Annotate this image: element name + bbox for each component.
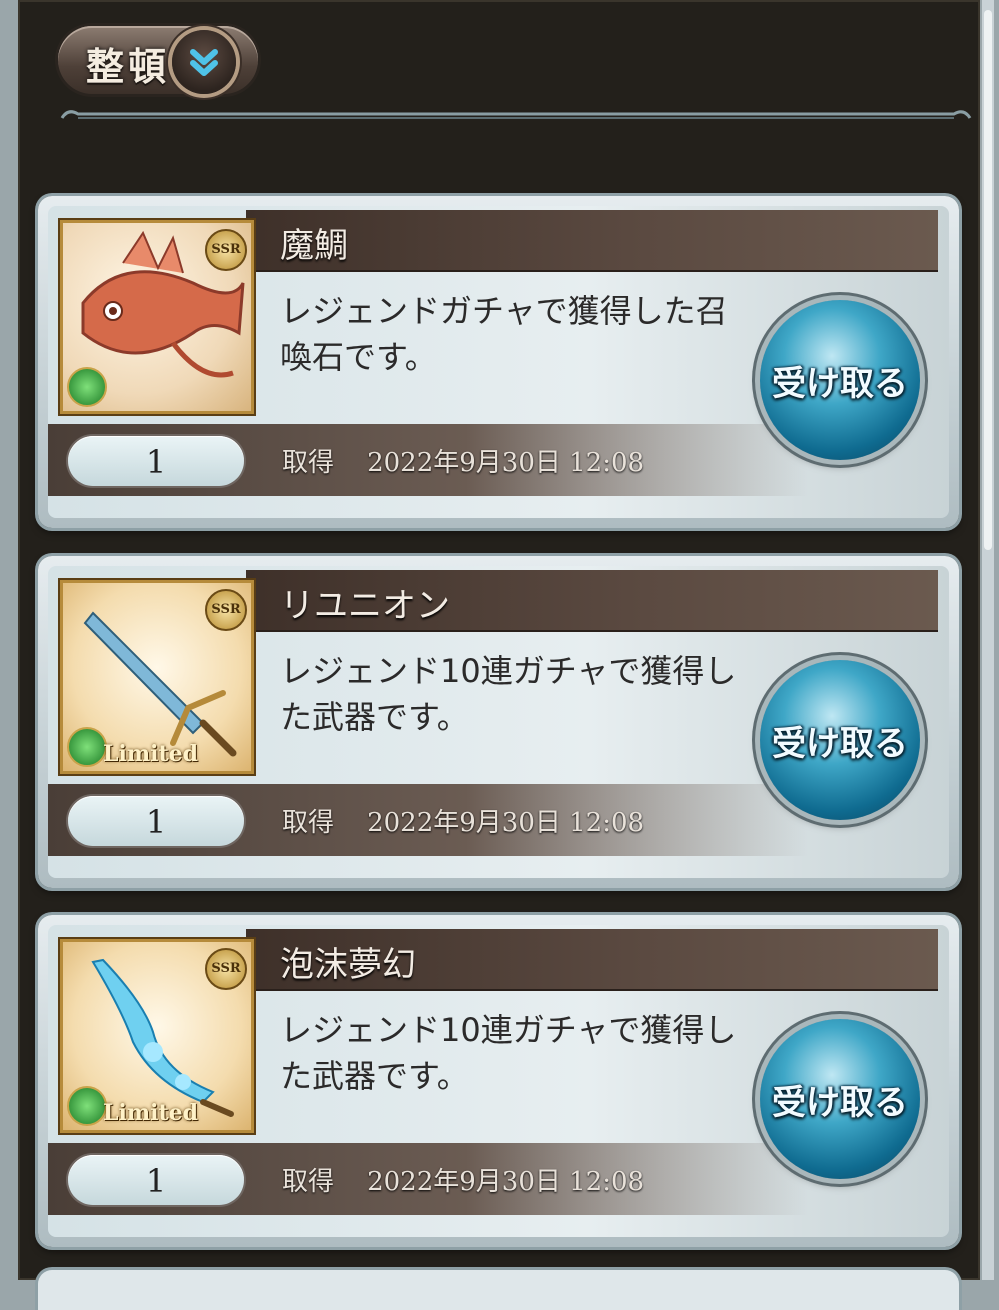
wind-element-icon bbox=[67, 367, 107, 407]
receive-label: 受け取る bbox=[772, 1083, 908, 1123]
sort-label: 整頓 bbox=[86, 44, 171, 89]
acquired-info: 取得 2022年9月30日 12:08 bbox=[282, 442, 644, 479]
quantity-value: 1 bbox=[68, 436, 244, 486]
header-divider bbox=[60, 110, 972, 119]
item-title-bar: 魔鯛 bbox=[246, 210, 938, 272]
item-name: 泡沫夢幻 bbox=[280, 945, 416, 985]
acquired-label: 取得 bbox=[282, 448, 335, 478]
acquired-info: 取得 2022年9月30日 12:08 bbox=[282, 802, 644, 839]
receive-button[interactable]: 受け取る bbox=[760, 1019, 920, 1179]
limited-badge: Limited bbox=[103, 1100, 199, 1126]
quantity-value: 1 bbox=[68, 1155, 244, 1205]
gift-item-card: 泡沫夢幻 SSR Limited レジェンド10連ガチャで獲得した武器です。 1… bbox=[38, 915, 959, 1247]
acquired-date: 2022年9月30日 12:08 bbox=[367, 448, 645, 478]
receive-label: 受け取る bbox=[772, 724, 908, 764]
acquired-date: 2022年9月30日 12:08 bbox=[367, 808, 645, 838]
rarity-badge: SSR bbox=[205, 948, 247, 990]
item-footer: 1 取得 2022年9月30日 12:08 bbox=[48, 424, 808, 496]
item-thumbnail: SSR bbox=[60, 220, 254, 414]
wind-element-icon bbox=[67, 727, 107, 767]
limited-badge: Limited bbox=[103, 741, 199, 767]
rarity-badge: SSR bbox=[205, 589, 247, 631]
item-thumbnail: SSR Limited bbox=[60, 939, 254, 1133]
wind-element-icon bbox=[67, 1086, 107, 1126]
item-name: 魔鯛 bbox=[280, 226, 348, 266]
item-footer: 1 取得 2022年9月30日 12:08 bbox=[48, 784, 808, 856]
scrollbar[interactable] bbox=[982, 0, 994, 1280]
item-description: レジェンド10連ガチャで獲得した武器です。 bbox=[280, 652, 737, 736]
item-description: レジェンドガチャで獲得した召喚石です。 bbox=[280, 292, 728, 376]
acquired-label: 取得 bbox=[282, 1167, 335, 1197]
receive-button[interactable]: 受け取る bbox=[760, 300, 920, 460]
item-footer: 1 取得 2022年9月30日 12:08 bbox=[48, 1143, 808, 1215]
item-description: レジェンド10連ガチャで獲得した武器です。 bbox=[280, 1011, 737, 1095]
receive-label: 受け取る bbox=[772, 364, 908, 404]
double-chevron-down-icon[interactable] bbox=[172, 30, 236, 94]
item-title-bar: 泡沫夢幻 bbox=[246, 929, 938, 991]
gift-item-card: リユニオン SSR Limited レジェンド10連ガチャで獲得した武器です。 … bbox=[38, 556, 959, 888]
gift-item-card: 魔鯛 SSR レジェンドガチャで獲得した召喚石です。 1 取得 2022年9月3… bbox=[38, 196, 959, 528]
acquired-info: 取得 2022年9月30日 12:08 bbox=[282, 1161, 644, 1198]
rarity-badge: SSR bbox=[205, 229, 247, 271]
acquired-date: 2022年9月30日 12:08 bbox=[367, 1167, 645, 1197]
receive-button[interactable]: 受け取る bbox=[760, 660, 920, 820]
acquired-label: 取得 bbox=[282, 808, 335, 838]
item-name: リユニオン bbox=[280, 586, 450, 626]
item-thumbnail: SSR Limited bbox=[60, 580, 254, 774]
quantity-value: 1 bbox=[68, 796, 244, 846]
scrollbar-thumb[interactable] bbox=[984, 10, 992, 550]
item-title-bar: リユニオン bbox=[246, 570, 938, 632]
gift-item-card-partial bbox=[38, 1270, 959, 1310]
